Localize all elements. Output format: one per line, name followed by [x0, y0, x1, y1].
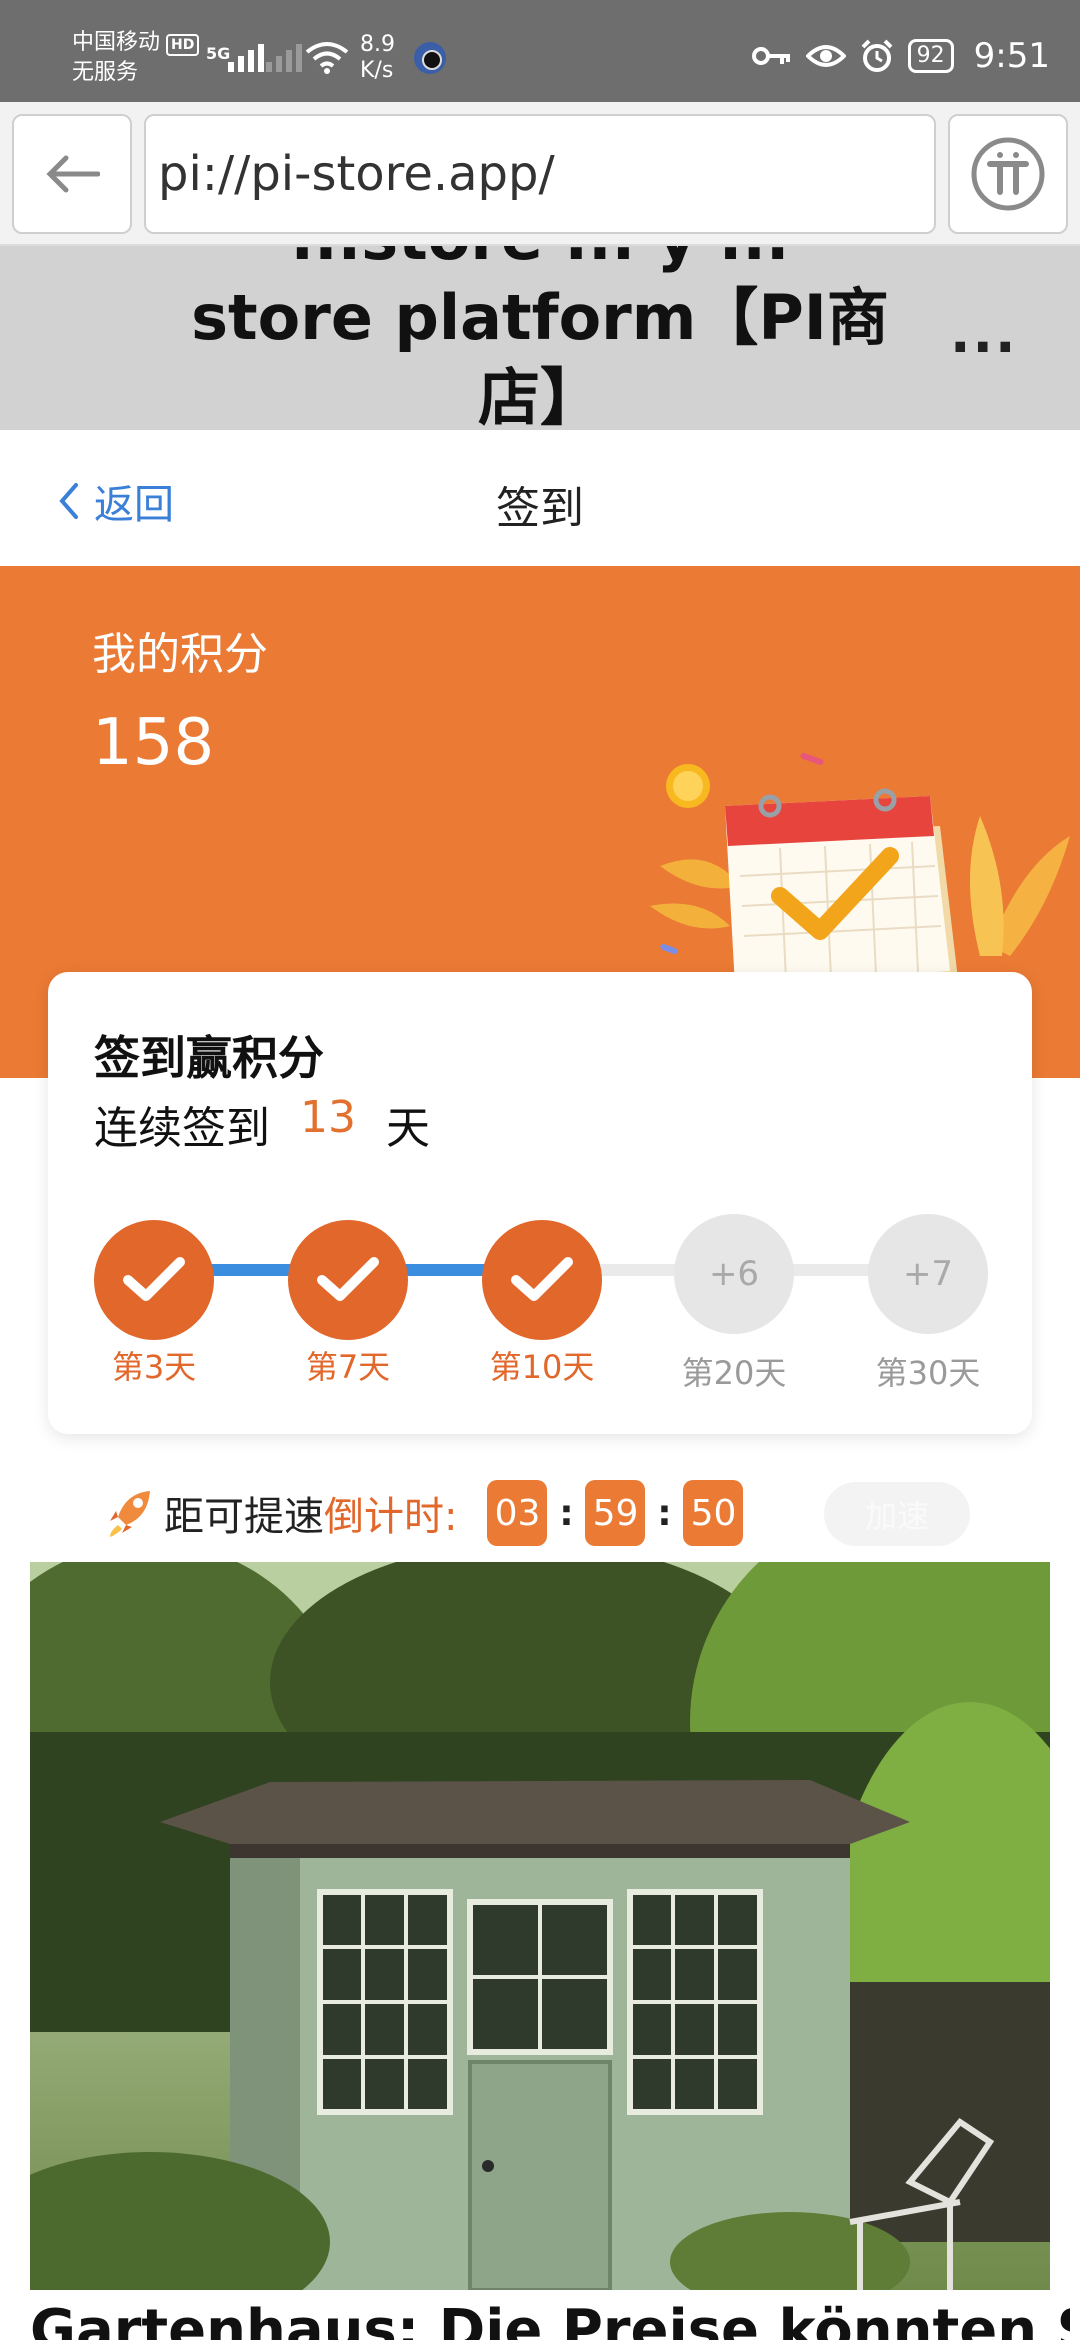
article-image[interactable] [30, 1562, 1050, 2290]
pi-browser-button[interactable] [948, 114, 1068, 234]
countdown-hours: 03 [487, 1480, 548, 1546]
page-title: store platform【PI商 [191, 281, 889, 354]
milestone-day-7 [288, 1220, 408, 1340]
browser-back-button[interactable] [12, 114, 132, 234]
pi-logo-icon [971, 137, 1045, 211]
checkin-card: 签到赢积分 连续签到 13 天 第3天 第7天 第10天 +6 第20天 +7 … [48, 972, 1032, 1434]
countdown-seconds: 50 [683, 1480, 744, 1546]
wifi-icon [305, 42, 349, 74]
countdown-minutes: 59 [585, 1480, 646, 1546]
milestone-day-30: +7 [868, 1214, 988, 1334]
battery-indicator: 92 [907, 39, 954, 73]
nav-title: 签到 [496, 483, 584, 534]
signal-icon [228, 38, 264, 72]
chevron-left-icon [59, 483, 78, 519]
points-value: 158 [92, 706, 215, 780]
milestone-label: 第30天 [875, 1354, 981, 1392]
milestone-day-3 [94, 1220, 214, 1340]
streak-prefix: 连续签到 [94, 1103, 270, 1154]
url-text: pi://pi-store.app/ [158, 146, 555, 202]
garden-shed-photo [30, 1562, 1050, 2290]
url-input[interactable]: pi://pi-store.app/ [144, 114, 936, 234]
milestone-bonus: +6 [708, 1254, 760, 1294]
points-label: 我的积分 [92, 629, 268, 680]
countdown-label: 距可提速 [164, 1494, 324, 1540]
milestone-label: 第10天 [489, 1348, 595, 1386]
streak-info: 连续签到 13 天 [94, 1092, 430, 1156]
milestone-label: 第3天 [111, 1348, 197, 1386]
speed-value: 8.9 [360, 32, 395, 57]
checkin-heading: 签到赢积分 [94, 1031, 324, 1085]
countdown-separator: : [657, 1492, 672, 1534]
eye-icon [805, 45, 846, 67]
carrier-info: 中国移动 无服务 [72, 28, 160, 88]
app-notification-icon [414, 42, 446, 74]
streak-days: 13 [300, 1092, 356, 1143]
carrier-service: 无服务 [72, 60, 139, 85]
back-label: 返回 [94, 482, 174, 528]
check-icon [511, 1257, 573, 1301]
milestone-label: 第20天 [681, 1354, 787, 1392]
check-icon [317, 1257, 379, 1301]
more-menu-button[interactable]: ··· [950, 316, 1018, 379]
browser-bar: pi://pi-store.app/ [0, 102, 1080, 246]
status-right: 92 9:51 [751, 36, 1050, 76]
key-icon [751, 47, 790, 65]
signal-no-service-icon [266, 38, 302, 72]
alarm-icon [861, 39, 893, 72]
article-caption[interactable]: Gartenhaus: Die Preise könnten Sie [30, 2296, 1070, 2340]
status-bar: 中国移动 无服务 HD 5G 8.9 K/s 92 9:51 [0, 0, 1080, 102]
carrier-name: 中国移动 [72, 30, 161, 55]
milestone-bonus: +7 [902, 1254, 954, 1294]
speedup-countdown: 距可提速 倒计时: 03 : 59 : 50 [106, 1478, 744, 1548]
network-speed: 8.9 K/s [360, 32, 395, 84]
countdown-accent-label: 倒计时: [324, 1494, 458, 1540]
network-type: 5G [206, 44, 231, 63]
clock: 9:51 [973, 36, 1050, 76]
page-title-next-line: 店】 [477, 361, 602, 430]
page-title-bar: ...store ... y ... store platform【PI商 店】… [0, 246, 1080, 430]
speed-unit: K/s [360, 58, 394, 83]
nav-header: 返回 签到 [0, 430, 1080, 566]
page: 中国移动 无服务 HD 5G 8.9 K/s 92 9:51 pi://pi-s… [0, 0, 1080, 2340]
arrow-left-icon [46, 155, 100, 193]
speedup-button[interactable]: 加速 [824, 1482, 970, 1546]
rocket-icon [110, 1491, 150, 1537]
back-button[interactable]: 返回 [56, 472, 174, 530]
streak-suffix: 天 [386, 1103, 430, 1154]
check-icon [123, 1257, 185, 1301]
milestone-day-10 [482, 1220, 602, 1340]
hd-badge: HD [166, 34, 200, 56]
countdown-separator: : [559, 1492, 574, 1534]
milestone-label: 第7天 [305, 1348, 391, 1386]
page-title-previous-line: ...store ... y ... [140, 246, 940, 278]
milestone-day-20: +6 [674, 1214, 794, 1334]
